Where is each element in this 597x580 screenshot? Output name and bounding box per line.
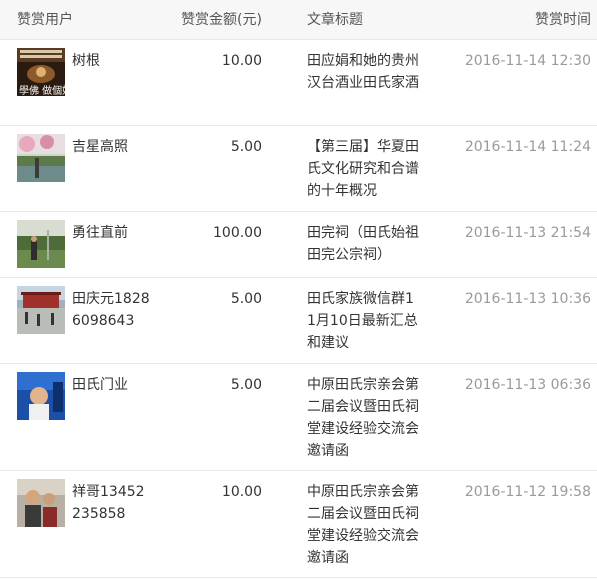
table-row: 吉星高照 5.00 【第三届】华夏田氏文化研究和合谱的十年概况 2016-11-… [0,126,597,212]
avatar-image: 學佛 做個好 人 [17,48,65,96]
article-title[interactable]: 中原田氏宗亲会第二届会议暨田氏祠堂建设经验交流会邀请函 [307,481,419,569]
article-title[interactable]: 田氏家族微信群11月10日最新汇总和建议 [307,288,419,354]
user-name[interactable]: 田氏门业 [72,374,152,396]
header-time: 赞赏时间 [535,12,591,28]
avatar-image [17,372,65,420]
avatar-caption: 學佛 做個好 人 [19,84,65,96]
article-title[interactable]: 田完祠（田氏始祖田完公宗祠） [307,222,419,266]
avatar-image [17,134,65,182]
reward-time: 2016-11-12 19:58 [464,484,591,500]
user-avatar[interactable] [17,134,65,182]
table-row: 田庆元18286098643 5.00 田氏家族微信群11月10日最新汇总和建议… [0,278,597,364]
table-header: 赞赏用户 赞赏金额(元) 文章标题 赞赏时间 [0,0,597,40]
user-name[interactable]: 吉星高照 [72,136,152,158]
header-title: 文章标题 [307,12,363,28]
header-amount: 赞赏金额(元) [181,12,262,28]
avatar-image [17,220,65,268]
user-avatar[interactable] [17,220,65,268]
table-row: 勇往直前 100.00 田完祠（田氏始祖田完公宗祠） 2016-11-13 21… [0,212,597,278]
reward-amount: 5.00 [230,291,262,307]
reward-amount: 100.00 [213,225,262,241]
avatar-image [17,479,65,527]
article-title[interactable]: 田应娟和她的贵州汉台酒业田氏家酒 [307,50,419,94]
reward-table: 赞赏用户 赞赏金额(元) 文章标题 赞赏时间 學佛 做個好 人 树根 10.00… [0,0,597,578]
reward-time: 2016-11-13 06:36 [464,377,591,393]
reward-time: 2016-11-13 21:54 [464,225,591,241]
reward-amount: 10.00 [221,484,262,500]
reward-time: 2016-11-14 12:30 [464,53,591,69]
reward-amount: 5.00 [230,377,262,393]
user-name[interactable]: 田庆元18286098643 [72,288,152,332]
user-name[interactable]: 树根 [72,50,152,72]
article-title[interactable]: 中原田氏宗亲会第二届会议暨田氏祠堂建设经验交流会邀请函 [307,374,419,462]
user-avatar[interactable] [17,286,65,334]
user-avatar[interactable] [17,479,65,527]
header-user: 赞赏用户 [17,12,73,28]
table-row: 學佛 做個好 人 树根 10.00 田应娟和她的贵州汉台酒业田氏家酒 2016-… [0,40,597,126]
reward-time: 2016-11-14 11:24 [464,139,591,155]
table-row: 祥哥13452235858 10.00 中原田氏宗亲会第二届会议暨田氏祠堂建设经… [0,471,597,578]
avatar-image [17,286,65,334]
reward-amount: 5.00 [230,139,262,155]
article-title[interactable]: 【第三届】华夏田氏文化研究和合谱的十年概况 [307,136,419,202]
table-row: 田氏门业 5.00 中原田氏宗亲会第二届会议暨田氏祠堂建设经验交流会邀请函 20… [0,364,597,471]
user-name[interactable]: 祥哥13452235858 [72,481,152,525]
user-name[interactable]: 勇往直前 [72,222,152,244]
user-avatar[interactable] [17,372,65,420]
user-avatar[interactable]: 學佛 做個好 人 [17,48,65,96]
reward-amount: 10.00 [221,53,262,69]
reward-time: 2016-11-13 10:36 [464,291,591,307]
